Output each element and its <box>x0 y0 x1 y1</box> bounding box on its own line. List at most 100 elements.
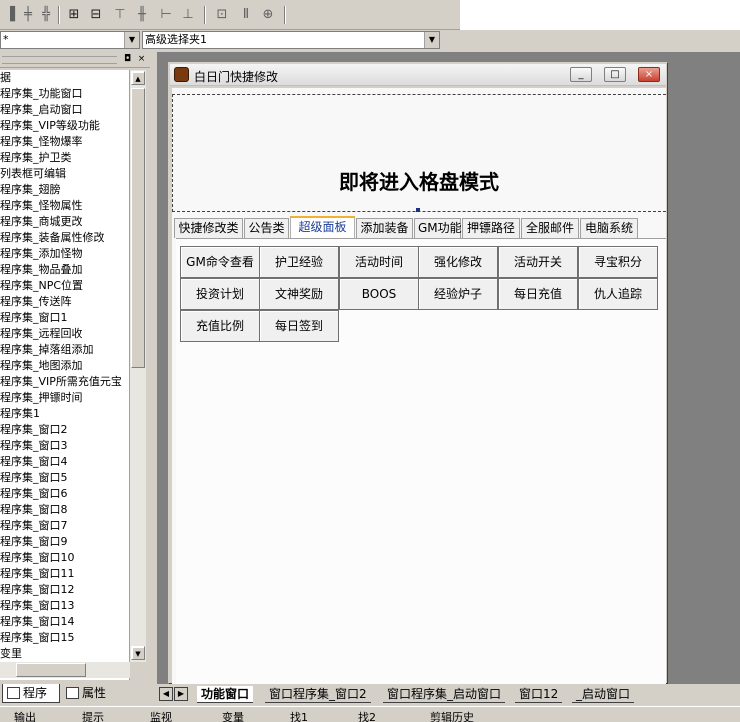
output-tab[interactable]: 找2 <box>358 709 376 722</box>
tree-item[interactable]: 程序集_窗口10 <box>0 550 129 566</box>
tree-item[interactable]: 程序集_窗口11 <box>0 566 129 582</box>
panel-button[interactable]: 仇人追踪 <box>578 278 658 310</box>
tree-vertical-scrollbar[interactable]: ▲ ▼ <box>130 70 146 662</box>
chevron-down-icon[interactable]: ▼ <box>124 32 139 48</box>
tree-item[interactable]: 程序集_启动窗口 <box>0 102 129 118</box>
form-titlebar[interactable]: 白日门快捷修改 _ □ × <box>170 64 666 86</box>
editor-tab[interactable]: 窗口12 <box>515 686 563 703</box>
tree-item[interactable]: 程序集_地图添加 <box>0 358 129 374</box>
tree-item[interactable]: 程序集_窗口6 <box>0 486 129 502</box>
tab-program[interactable]: 程序 <box>2 684 60 703</box>
same-size-icon[interactable]: Ⅱ <box>238 7 254 23</box>
tree-item[interactable]: 程序集_装备属性修改 <box>0 230 129 246</box>
panel-grip[interactable] <box>2 56 117 64</box>
panel-button[interactable]: 每日充值 <box>498 278 578 310</box>
page-title[interactable]: 即将进入格盘模式 <box>172 166 666 195</box>
event-selector[interactable]: 高级选择夹1 ▼ <box>142 31 440 49</box>
scroll-thumb[interactable] <box>16 663 86 677</box>
tree-item[interactable]: 程序集_VIP所需充值元宝 <box>0 374 129 390</box>
tree-item[interactable]: 程序集_窗口14 <box>0 614 129 630</box>
tree-item[interactable]: 程序集_窗口12 <box>0 582 129 598</box>
tab-item[interactable]: 押镖路径 <box>462 218 520 238</box>
panel-button[interactable]: 护卫经验 <box>259 246 339 278</box>
tree-item[interactable]: 据 <box>0 70 129 86</box>
tab-item[interactable]: 全服邮件 <box>521 218 579 238</box>
minimize-button[interactable]: _ <box>570 67 592 82</box>
tree-item[interactable]: 程序集_NPC位置 <box>0 278 129 294</box>
output-tab[interactable]: 变量 <box>222 709 244 722</box>
center-h-icon[interactable]: ⊞ <box>66 7 82 23</box>
tab-prev-icon[interactable]: ◀ <box>159 687 173 701</box>
tree-item[interactable]: 程序集_物品叠加 <box>0 262 129 278</box>
chevron-down-icon[interactable]: ▼ <box>424 32 439 48</box>
panel-button[interactable]: 每日签到 <box>259 310 339 342</box>
tree-item[interactable]: 程序集_窗口9 <box>0 534 129 550</box>
tree-item[interactable]: 程序集_窗口3 <box>0 438 129 454</box>
tab-item[interactable]: GM功能 <box>414 218 462 238</box>
tree-item[interactable]: 程序集_VIP等级功能 <box>0 118 129 134</box>
tree-item[interactable]: 程序集_传送阵 <box>0 294 129 310</box>
center-v-icon[interactable]: ⊟ <box>88 7 104 23</box>
tree-item[interactable]: 程序集_窗口15 <box>0 630 129 646</box>
output-tab[interactable]: 找1 <box>290 709 308 722</box>
scroll-down-icon[interactable]: ▼ <box>131 646 145 660</box>
editor-tab[interactable]: 窗口程序集_启动窗口 <box>383 686 506 703</box>
panel-button[interactable]: 文神奖励 <box>259 278 339 310</box>
close-icon[interactable]: × <box>136 54 147 65</box>
tree-item[interactable]: 程序集_掉落组添加 <box>0 342 129 358</box>
tree-item[interactable]: 程序集_功能窗口 <box>0 86 129 102</box>
resize-handle[interactable] <box>416 208 420 212</box>
output-tab[interactable]: 剪辑历史 <box>430 709 474 722</box>
panel-button[interactable]: 活动开关 <box>498 246 578 278</box>
tree-item[interactable]: 程序集_押镖时间 <box>0 390 129 406</box>
tree-item[interactable]: 程序集_添加怪物 <box>0 246 129 262</box>
tab-properties[interactable]: 属性 <box>62 684 122 703</box>
tab-item[interactable]: 添加装备 <box>356 218 413 238</box>
output-tab[interactable]: 输出 <box>14 709 36 722</box>
tab-next-icon[interactable]: ▶ <box>174 687 188 701</box>
editor-tab[interactable]: _启动窗口 <box>572 686 635 703</box>
tree-item[interactable]: 程序集_怪物属性 <box>0 198 129 214</box>
tree-item[interactable]: 程序集_护卫类 <box>0 150 129 166</box>
tree-item[interactable]: 程序集_远程回收 <box>0 326 129 342</box>
panel-button[interactable]: 寻宝积分 <box>578 246 658 278</box>
tree-item[interactable]: 程序集_窗口2 <box>0 422 129 438</box>
tree-item[interactable]: 程序集_窗口13 <box>0 598 129 614</box>
object-selector[interactable]: * ▼ <box>0 31 140 49</box>
panel-button[interactable]: 投资计划 <box>180 278 260 310</box>
panel-button[interactable]: 充值比例 <box>180 310 260 342</box>
align-left-icon[interactable]: ▐ <box>2 7 18 23</box>
panel-button[interactable]: 强化修改 <box>418 246 498 278</box>
tree-item[interactable]: 列表框可编辑 <box>0 166 129 182</box>
tree-item[interactable]: 程序集_商城更改 <box>0 214 129 230</box>
scroll-up-icon[interactable]: ▲ <box>131 71 145 85</box>
tree-item[interactable]: 程序集_怪物爆率 <box>0 134 129 150</box>
align-middle-icon[interactable]: ╫ <box>134 7 150 23</box>
tree-item[interactable]: 变里 <box>0 646 129 662</box>
tree-item[interactable]: 程序集_窗口4 <box>0 454 129 470</box>
output-tab[interactable]: 监视 <box>150 709 172 722</box>
output-tab[interactable]: 提示 <box>82 709 104 722</box>
tab-item[interactable]: 快捷修改类 <box>174 218 243 238</box>
tree-item[interactable]: 程序集_窗口1 <box>0 310 129 326</box>
dock-icon[interactable]: ◘ <box>122 54 133 65</box>
panel-button[interactable]: GM命令查看 <box>180 246 260 278</box>
align-center-icon[interactable]: ╪ <box>20 7 36 23</box>
tree-item[interactable]: 程序集_窗口5 <box>0 470 129 486</box>
panel-button[interactable]: 经验炉子 <box>418 278 498 310</box>
tab-item[interactable]: 公告类 <box>244 218 289 238</box>
panel-button[interactable]: BOOS <box>339 278 419 310</box>
editor-tab[interactable]: 窗口程序集_窗口2 <box>265 686 371 703</box>
panel-button[interactable]: 活动时间 <box>339 246 419 278</box>
align-top-icon[interactable]: ⊤ <box>112 7 128 23</box>
spacing-icon[interactable]: ⊕ <box>260 7 276 23</box>
maximize-button[interactable]: □ <box>604 67 626 82</box>
tab-item[interactable]: 电脑系统 <box>580 218 638 238</box>
tree-horizontal-scrollbar[interactable] <box>0 662 130 678</box>
align-right-icon[interactable]: ╬ <box>38 7 54 23</box>
scroll-thumb[interactable] <box>131 88 145 368</box>
align-bottom-icon[interactable]: ⊢ <box>158 7 174 23</box>
editor-tab[interactable]: 功能窗口 <box>197 686 254 703</box>
tab-item[interactable]: 超级面板 <box>290 216 355 238</box>
close-button[interactable]: × <box>638 67 660 82</box>
